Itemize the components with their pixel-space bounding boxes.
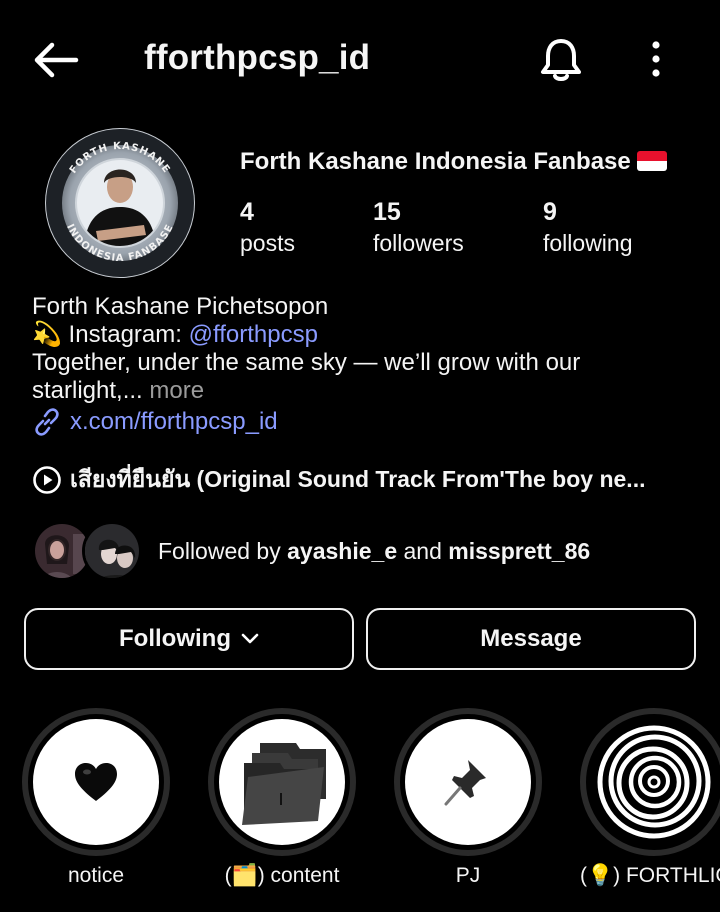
stat-followers[interactable]: 15 followers bbox=[373, 196, 464, 258]
bell-icon bbox=[541, 39, 581, 81]
stat-following[interactable]: 9 following bbox=[543, 196, 633, 258]
bio-external-link[interactable]: x.com/fforthpcsp_id bbox=[32, 407, 692, 437]
message-button[interactable]: Message bbox=[366, 608, 696, 670]
bio-text-line-2: starlight,... more bbox=[32, 377, 692, 405]
stat-posts[interactable]: 4 posts bbox=[240, 196, 295, 258]
profile-avatar[interactable]: FORTH KASHANE INDONESIA FANBASE bbox=[44, 127, 196, 279]
following-button-label: Following bbox=[119, 625, 231, 652]
bio-instagram-handle-link[interactable]: @fforthpcsp bbox=[189, 321, 318, 348]
highlight-ring bbox=[580, 708, 720, 856]
top-bar: fforthpcsp_id bbox=[0, 0, 720, 120]
indonesia-flag-icon bbox=[636, 151, 667, 171]
posts-label: posts bbox=[240, 230, 295, 256]
highlight-label: (🗂️) content bbox=[224, 864, 340, 887]
avatar-image: FORTH KASHANE INDONESIA FANBASE bbox=[45, 128, 195, 278]
music-title: เสียงที่ยืนยัน (Original Sound Track Fro… bbox=[70, 466, 646, 492]
pushpin-icon bbox=[444, 760, 486, 806]
highlight-notice[interactable]: notice bbox=[22, 708, 170, 888]
black-heart-icon bbox=[75, 763, 117, 801]
followers-label: followers bbox=[373, 230, 464, 256]
more-vertical-icon bbox=[652, 41, 660, 77]
profile-music[interactable]: เสียงที่ยืนยัน (Original Sound Track Fro… bbox=[32, 464, 692, 496]
back-button[interactable] bbox=[30, 38, 82, 82]
highlight-content[interactable]: (🗂️) content bbox=[208, 708, 356, 888]
following-label: following bbox=[543, 230, 633, 256]
more-options-button[interactable] bbox=[640, 36, 672, 84]
profile-display-name: Forth Kashane Indonesia Fanbase bbox=[240, 148, 667, 176]
message-button-label: Message bbox=[480, 625, 582, 652]
bio-name-line: Forth Kashane Pichetsopon bbox=[32, 293, 329, 320]
mutual-followers-avatars bbox=[32, 519, 144, 583]
highlight-cover bbox=[591, 719, 717, 845]
highlight-ring bbox=[22, 708, 170, 856]
following-count: 9 bbox=[543, 198, 557, 226]
highlight-label: notice bbox=[67, 864, 125, 887]
mutual-avatar-2 bbox=[82, 521, 142, 581]
mutual-user-2[interactable]: missprett_86 bbox=[448, 538, 590, 564]
bio-more-link[interactable]: more bbox=[149, 377, 204, 404]
bio-text-line: Together, under the same sky — we’ll gro… bbox=[32, 349, 581, 376]
link-icon bbox=[35, 408, 59, 436]
bio-instagram-line: 💫 Instagram: @fforthpcsp bbox=[32, 321, 692, 349]
highlight-ring bbox=[394, 708, 542, 856]
highlight-label: PJ bbox=[455, 864, 481, 887]
profile-username: fforthpcsp_id bbox=[144, 38, 371, 77]
followers-count: 15 bbox=[373, 198, 401, 226]
followed-by-prefix: Followed by bbox=[158, 537, 288, 564]
bio-link-text: x.com/fforthpcsp_id bbox=[70, 408, 278, 435]
bio-instagram-prefix: 💫 Instagram: bbox=[32, 321, 189, 348]
spiral-icon bbox=[592, 720, 716, 844]
following-button[interactable]: Following bbox=[24, 608, 354, 670]
profile-bio: Forth Kashane Pichetsopon 💫 Instagram: @… bbox=[32, 293, 692, 437]
highlight-forthlig[interactable]: (💡) FORTHLIG bbox=[580, 708, 720, 888]
bio-text-truncated: starlight,... bbox=[32, 377, 143, 404]
followed-by-conjunction: and bbox=[397, 537, 449, 564]
mutual-user-1[interactable]: ayashie_e bbox=[287, 538, 397, 564]
notifications-bell-button[interactable] bbox=[536, 34, 586, 84]
followed-by-row[interactable]: Followed by ayashie_e and missprett_86 bbox=[32, 519, 590, 583]
highlight-cover bbox=[405, 719, 531, 845]
back-arrow-icon bbox=[34, 42, 79, 78]
play-circle-icon bbox=[33, 466, 61, 494]
folder-icon bbox=[242, 743, 326, 825]
highlight-ring bbox=[208, 708, 356, 856]
highlight-cover bbox=[219, 719, 345, 845]
highlight-cover bbox=[33, 719, 159, 845]
posts-count: 4 bbox=[240, 198, 254, 226]
highlight-label: (💡) FORTHLIG bbox=[580, 864, 720, 887]
display-name-text: Forth Kashane Indonesia Fanbase bbox=[240, 148, 631, 175]
followed-by-text: Followed by ayashie_e and missprett_86 bbox=[158, 538, 590, 565]
highlight-pj[interactable]: PJ bbox=[394, 708, 542, 888]
chevron-down-icon bbox=[241, 633, 259, 644]
